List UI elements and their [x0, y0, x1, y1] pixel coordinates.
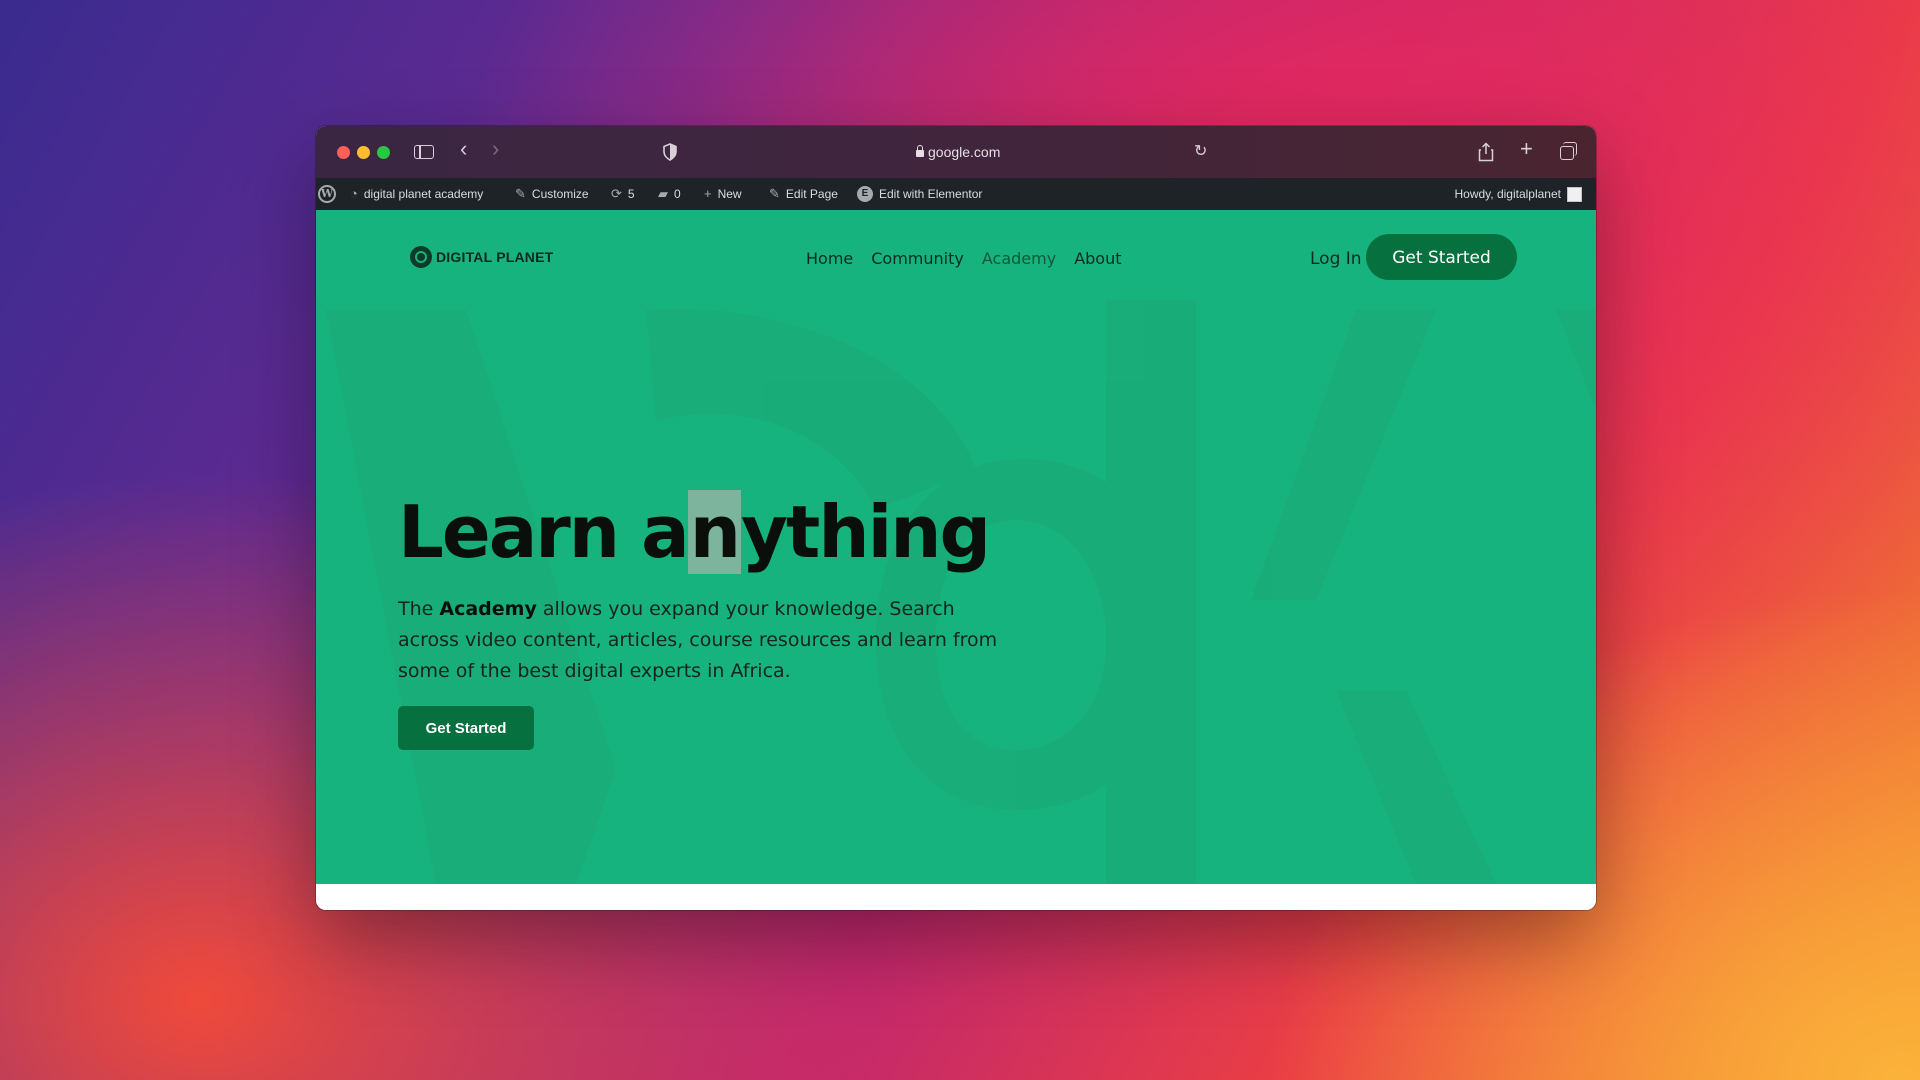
- wp-customize-label: Customize: [531, 187, 589, 201]
- nav-home[interactable]: Home: [806, 246, 853, 272]
- wp-comments[interactable]: ▰ 0: [658, 178, 681, 210]
- shield-icon[interactable]: [662, 143, 678, 166]
- site-logo[interactable]: DIGITAL PLANET: [410, 246, 553, 268]
- zoom-window-button[interactable]: [377, 146, 390, 159]
- planet-logo-icon: [410, 246, 432, 268]
- hero-title-selection: n: [687, 490, 741, 574]
- wp-greeting: Howdy, digitalplanet: [1454, 187, 1561, 201]
- forward-icon[interactable]: ›: [492, 138, 499, 160]
- wp-updates[interactable]: ⟳ 5: [611, 178, 635, 210]
- brush-icon: ✎: [515, 186, 526, 201]
- lock-icon: [916, 145, 924, 157]
- hero-title-part1: Learn a: [398, 490, 690, 574]
- elementor-icon: E: [857, 186, 873, 202]
- wp-new[interactable]: + New: [704, 178, 742, 210]
- nav-community[interactable]: Community: [871, 246, 964, 272]
- minimize-window-button[interactable]: [357, 146, 370, 159]
- avatar: [1567, 186, 1582, 202]
- get-started-header-button[interactable]: Get Started: [1366, 234, 1517, 280]
- hero-title: Learn anything: [398, 482, 991, 582]
- wp-comments-count: 0: [674, 187, 681, 201]
- wp-new-label: New: [717, 187, 742, 201]
- wp-site-name-label: digital planet academy: [363, 187, 484, 201]
- wp-edit-page-label: Edit Page: [785, 187, 838, 201]
- new-tab-icon[interactable]: +: [1520, 138, 1533, 160]
- hero-title-part2: ything: [740, 490, 991, 574]
- wp-updates-count: 5: [627, 187, 635, 201]
- get-started-hero-button[interactable]: Get Started: [398, 706, 534, 750]
- tabs-overview-icon[interactable]: [1560, 142, 1577, 160]
- wp-admin-bar: W ◔ digital planet academy ✎ Customize ⟳…: [316, 178, 1596, 210]
- wp-edit-elementor[interactable]: E Edit with Elementor: [857, 178, 982, 210]
- hero-description: The Academy allows you expand your knowl…: [398, 594, 1018, 687]
- site-logo-text: DIGITAL PLANET: [436, 249, 554, 265]
- wp-edit-page[interactable]: ✎ Edit Page: [769, 178, 838, 210]
- wp-customize[interactable]: ✎ Customize: [515, 178, 589, 210]
- site-page: DIGITAL PLANET Home Community Academy Ab…: [316, 210, 1596, 884]
- page-bottom-strip: [316, 884, 1596, 910]
- share-icon[interactable]: [1478, 142, 1494, 167]
- sidebar-icon[interactable]: [414, 145, 434, 159]
- wordpress-logo-icon: W: [318, 185, 336, 203]
- plus-icon: +: [704, 186, 712, 201]
- wp-edit-elementor-label: Edit with Elementor: [879, 187, 983, 201]
- browser-window: ‹ › google.com ↻ + W ◔ digital planet ac…: [316, 126, 1596, 910]
- pencil-icon: ✎: [769, 186, 780, 201]
- hero-text-prefix: The: [398, 598, 440, 620]
- close-window-button[interactable]: [337, 146, 350, 159]
- updates-icon: ⟳: [611, 186, 622, 201]
- address-bar[interactable]: google.com: [916, 142, 1096, 162]
- login-link[interactable]: Log In: [1310, 246, 1362, 272]
- reload-icon[interactable]: ↻: [1194, 142, 1207, 162]
- url-text: google.com: [928, 144, 1001, 160]
- nav-about[interactable]: About: [1074, 246, 1121, 272]
- nav-academy[interactable]: Academy: [982, 246, 1056, 272]
- back-icon[interactable]: ‹: [460, 138, 467, 160]
- hero-text-bold: Academy: [439, 598, 537, 620]
- wp-site-name[interactable]: ◔ digital planet academy: [350, 178, 483, 210]
- wp-account-menu[interactable]: Howdy, digitalplanet: [1454, 178, 1582, 210]
- dashboard-icon: ◔: [350, 186, 358, 201]
- comment-icon: ▰: [658, 186, 668, 201]
- main-nav: Home Community Academy About: [806, 246, 1140, 272]
- browser-toolbar: ‹ › google.com ↻ +: [316, 126, 1596, 178]
- wp-logo-menu[interactable]: W: [318, 178, 336, 210]
